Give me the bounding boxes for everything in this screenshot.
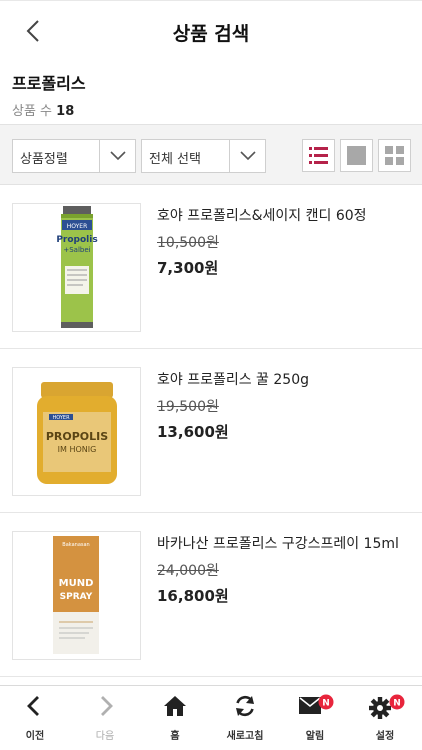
page-title: 상품 검색 <box>172 23 250 45</box>
single-view-button[interactable] <box>340 139 373 172</box>
grid-view-button[interactable] <box>378 139 411 172</box>
original-price: 24,000원 <box>157 563 219 579</box>
bottom-navigation: 이전 다음 홈 새로고침 N 알림 N 설정 <box>0 685 422 750</box>
grid-icon <box>385 146 404 165</box>
search-summary: 프로폴리스 상품 수 18 <box>12 70 86 119</box>
chevron-down-icon <box>99 140 135 172</box>
product-image[interactable]: Bakanasan MUND SPRAY <box>12 531 141 660</box>
nav-refresh-button[interactable]: 새로고침 <box>210 686 280 750</box>
filter-toolbar: 상품정렬 전체 선택 <box>0 124 422 185</box>
product-name[interactable]: 호야 프로폴리스&세이지 캔디 60정 <box>157 205 367 225</box>
product-item[interactable]: Bakanasan MUND SPRAY 바카나산 프로폴리스 구강스프레이 1… <box>0 513 422 677</box>
nav-home-button[interactable]: 홈 <box>140 686 210 750</box>
refresh-icon <box>236 695 254 717</box>
product-item[interactable]: HOYER Propolis +Salbei 호야 프로폴리스&세이지 캔디 6… <box>0 185 422 349</box>
search-keyword: 프로폴리스 <box>12 74 86 93</box>
svg-text:HOYER: HOYER <box>52 415 70 421</box>
nav-notification-button[interactable]: N 알림 <box>280 686 350 750</box>
svg-text:IM HONIG: IM HONIG <box>58 445 97 454</box>
svg-text:PROPOLIS: PROPOLIS <box>46 430 108 443</box>
nav-settings-label: 설정 <box>375 731 395 742</box>
original-price: 10,500원 <box>157 235 219 251</box>
svg-text:HOYER: HOYER <box>67 223 88 230</box>
svg-text:SPRAY: SPRAY <box>60 592 93 602</box>
nav-home-label: 홈 <box>170 731 180 742</box>
sale-price: 7,300원 <box>157 259 219 277</box>
product-name[interactable]: 바카나산 프로폴리스 구강스프레이 15ml <box>157 533 399 553</box>
nav-settings-button[interactable]: N 설정 <box>350 686 420 750</box>
category-select[interactable]: 전체 선택 <box>141 139 266 173</box>
list-icon <box>309 147 328 164</box>
nav-refresh-label: 새로고침 <box>226 731 264 742</box>
chevron-down-icon <box>229 140 265 172</box>
nav-back-label: 이전 <box>25 731 45 742</box>
nav-back-button[interactable]: 이전 <box>0 686 70 750</box>
result-count: 상품 수 18 <box>12 100 86 119</box>
back-icon <box>27 696 39 716</box>
product-image[interactable]: HOYER Propolis +Salbei <box>12 203 141 332</box>
product-name[interactable]: 호야 프로폴리스 꿀 250g <box>157 369 309 389</box>
top-header: 상품 검색 <box>0 0 422 62</box>
forward-icon <box>101 696 113 716</box>
result-count-label: 상품 수 <box>12 104 53 119</box>
nav-notification-label: 알림 <box>305 731 325 742</box>
nav-forward-button[interactable]: 다음 <box>70 686 140 750</box>
sort-select[interactable]: 상품정렬 <box>12 139 136 173</box>
nav-forward-label: 다음 <box>95 731 115 742</box>
product-item[interactable]: HOYER PROPOLIS IM HONIG 호야 프로폴리스 꿀 250g … <box>0 349 422 513</box>
sort-select-label: 상품정렬 <box>20 152 68 167</box>
home-icon <box>164 696 186 716</box>
product-image[interactable]: HOYER PROPOLIS IM HONIG <box>12 367 141 496</box>
svg-text:Propolis: Propolis <box>56 235 97 245</box>
svg-text:N: N <box>322 699 330 709</box>
svg-text:MUND: MUND <box>59 578 94 589</box>
category-select-label: 전체 선택 <box>149 152 201 167</box>
svg-text:N: N <box>393 699 401 709</box>
svg-text:Bakanasan: Bakanasan <box>62 542 89 548</box>
sale-price: 13,600원 <box>157 423 229 441</box>
gear-icon: N <box>369 694 405 719</box>
square-icon <box>347 146 366 165</box>
mail-icon: N <box>299 694 334 714</box>
list-view-button[interactable] <box>302 139 335 172</box>
svg-text:+Salbei: +Salbei <box>63 246 90 254</box>
result-count-value: 18 <box>56 104 75 119</box>
sale-price: 16,800원 <box>157 587 229 605</box>
original-price: 19,500원 <box>157 399 219 415</box>
